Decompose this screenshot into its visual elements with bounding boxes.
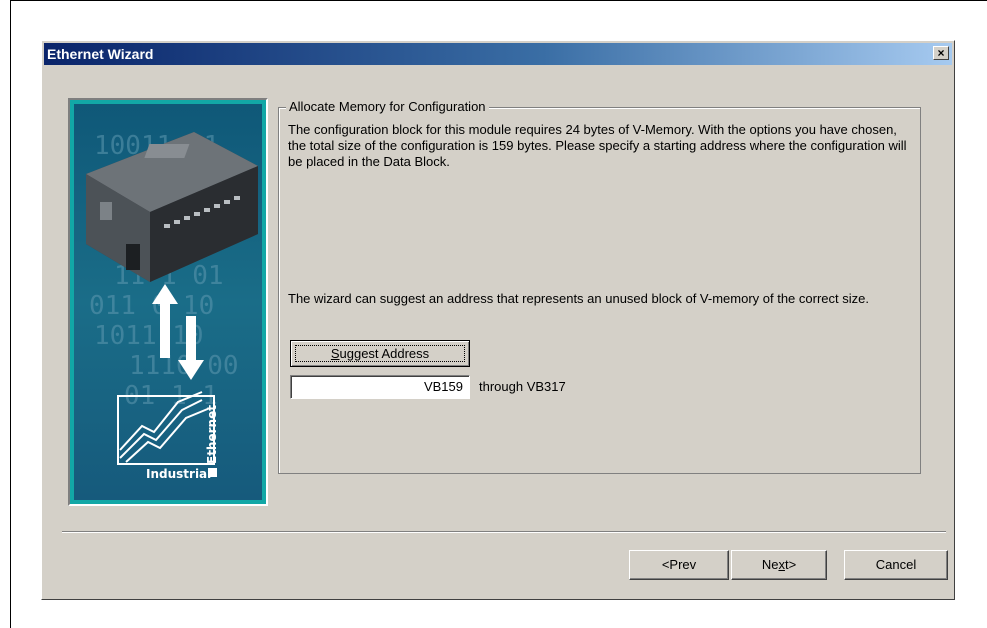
start-address-input[interactable]: VB159 — [290, 375, 470, 399]
focus-rect: Suggest Address — [295, 345, 465, 362]
logo-ethernet-text: Ethernet — [205, 405, 219, 464]
address-range-text: through VB317 — [479, 379, 566, 394]
suggest-label: uggest Address — [339, 346, 430, 361]
config-requirement-text: The configuration block for this module … — [288, 122, 907, 169]
cancel-button[interactable]: Cancel — [844, 550, 948, 580]
plc-ethernet-illustration: 10011 01 11 1 01 011 0 10 1011 10 1110 0… — [86, 131, 258, 481]
suggest-mnemonic: S — [330, 346, 340, 361]
groupbox-label: Allocate Memory for Configuration — [286, 99, 489, 114]
title-bar[interactable]: Ethernet Wizard × — [44, 43, 952, 65]
window-title: Ethernet Wizard — [47, 46, 154, 62]
next-label-b: t> — [784, 557, 797, 572]
logo-industrial-text: Industrial — [146, 467, 211, 481]
next-label-a: Ne — [761, 557, 779, 572]
next-button[interactable]: Next> — [731, 550, 827, 580]
banner-illustration: 10011 01 11 1 01 011 0 10 1011 10 1110 0… — [74, 104, 262, 500]
prev-button[interactable]: <Prev — [629, 550, 729, 580]
close-button[interactable]: × — [933, 46, 949, 60]
wizard-banner-image: 10011 01 11 1 01 011 0 10 1011 10 1110 0… — [68, 98, 268, 506]
ethernet-wizard-dialog: Ethernet Wizard × 10011 01 11 1 01 011 0… — [41, 40, 955, 600]
close-icon: × — [937, 46, 945, 60]
wizard-suggest-text: The wizard can suggest an address that r… — [288, 291, 869, 306]
suggest-address-button[interactable]: Suggest Address — [290, 340, 470, 367]
footer-separator — [62, 531, 946, 533]
